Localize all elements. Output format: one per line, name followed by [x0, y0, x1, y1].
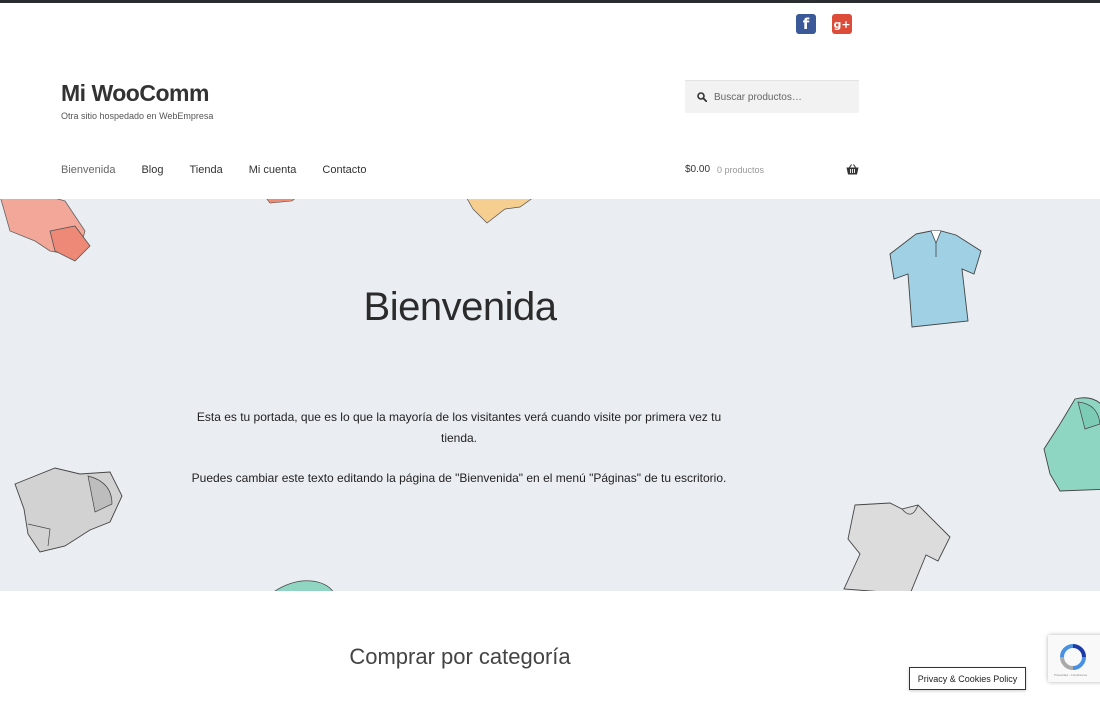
top-bar [0, 0, 1100, 3]
google-plus-glyph: g+ [833, 17, 851, 31]
nav-item-bienvenida[interactable]: Bienvenida [61, 164, 115, 176]
google-plus-icon[interactable]: g+ [832, 14, 852, 34]
red-hoodie-illustration [0, 199, 91, 262]
cart-total: $0.00 [685, 164, 711, 175]
nav-item-mi-cuenta[interactable]: Mi cuenta [249, 164, 297, 176]
hero-paragraph-1: Esta es tu portada, que es lo que la may… [196, 410, 722, 445]
green-hoodie-illustration [1043, 397, 1100, 492]
hero-title: Bienvenida [363, 285, 557, 329]
facebook-glyph: f [802, 15, 810, 33]
nav-item-contacto[interactable]: Contacto [322, 164, 366, 176]
cart-count: 0 productos [717, 164, 765, 175]
gray-hoodie-illustration [14, 467, 123, 553]
hero-paragraph-2: Puedes cambiar este texto editando la pá… [191, 471, 727, 485]
social-links: f g+ [796, 14, 852, 34]
nav-item-tienda[interactable]: Tienda [189, 164, 222, 176]
product-search [685, 80, 859, 113]
search-input[interactable] [714, 91, 849, 103]
nav-item-blog[interactable]: Blog [141, 164, 163, 176]
yellow-shirt-illustration [466, 199, 532, 224]
basket-icon [846, 164, 859, 175]
site-title[interactable]: Mi WooComm [61, 80, 209, 107]
facebook-icon[interactable]: f [796, 14, 816, 34]
gray-tshirt-illustration [843, 502, 951, 591]
cart-summary[interactable]: $0.00 0 productos [685, 164, 859, 175]
search-icon [697, 92, 707, 102]
orange-shirt-illustration [266, 199, 295, 204]
site-description: Otra sitio hospedado en WebEmpresa [61, 111, 214, 121]
recaptcha-label: Privacidad - Condiciones [1054, 673, 1088, 677]
primary-nav: Bienvenida Blog Tienda Mi cuenta Contact… [61, 164, 392, 176]
teal-shirt-illustration [274, 580, 334, 591]
privacy-policy-button[interactable]: Privacy & Cookies Policy [909, 667, 1026, 690]
recaptcha-icon [1060, 644, 1086, 670]
recaptcha-badge[interactable]: Privacidad - Condiciones [1048, 635, 1100, 682]
section-title: Comprar por categoría [349, 644, 571, 669]
hero-banner: Bienvenida Esta es tu portada, que es lo… [0, 199, 1100, 591]
